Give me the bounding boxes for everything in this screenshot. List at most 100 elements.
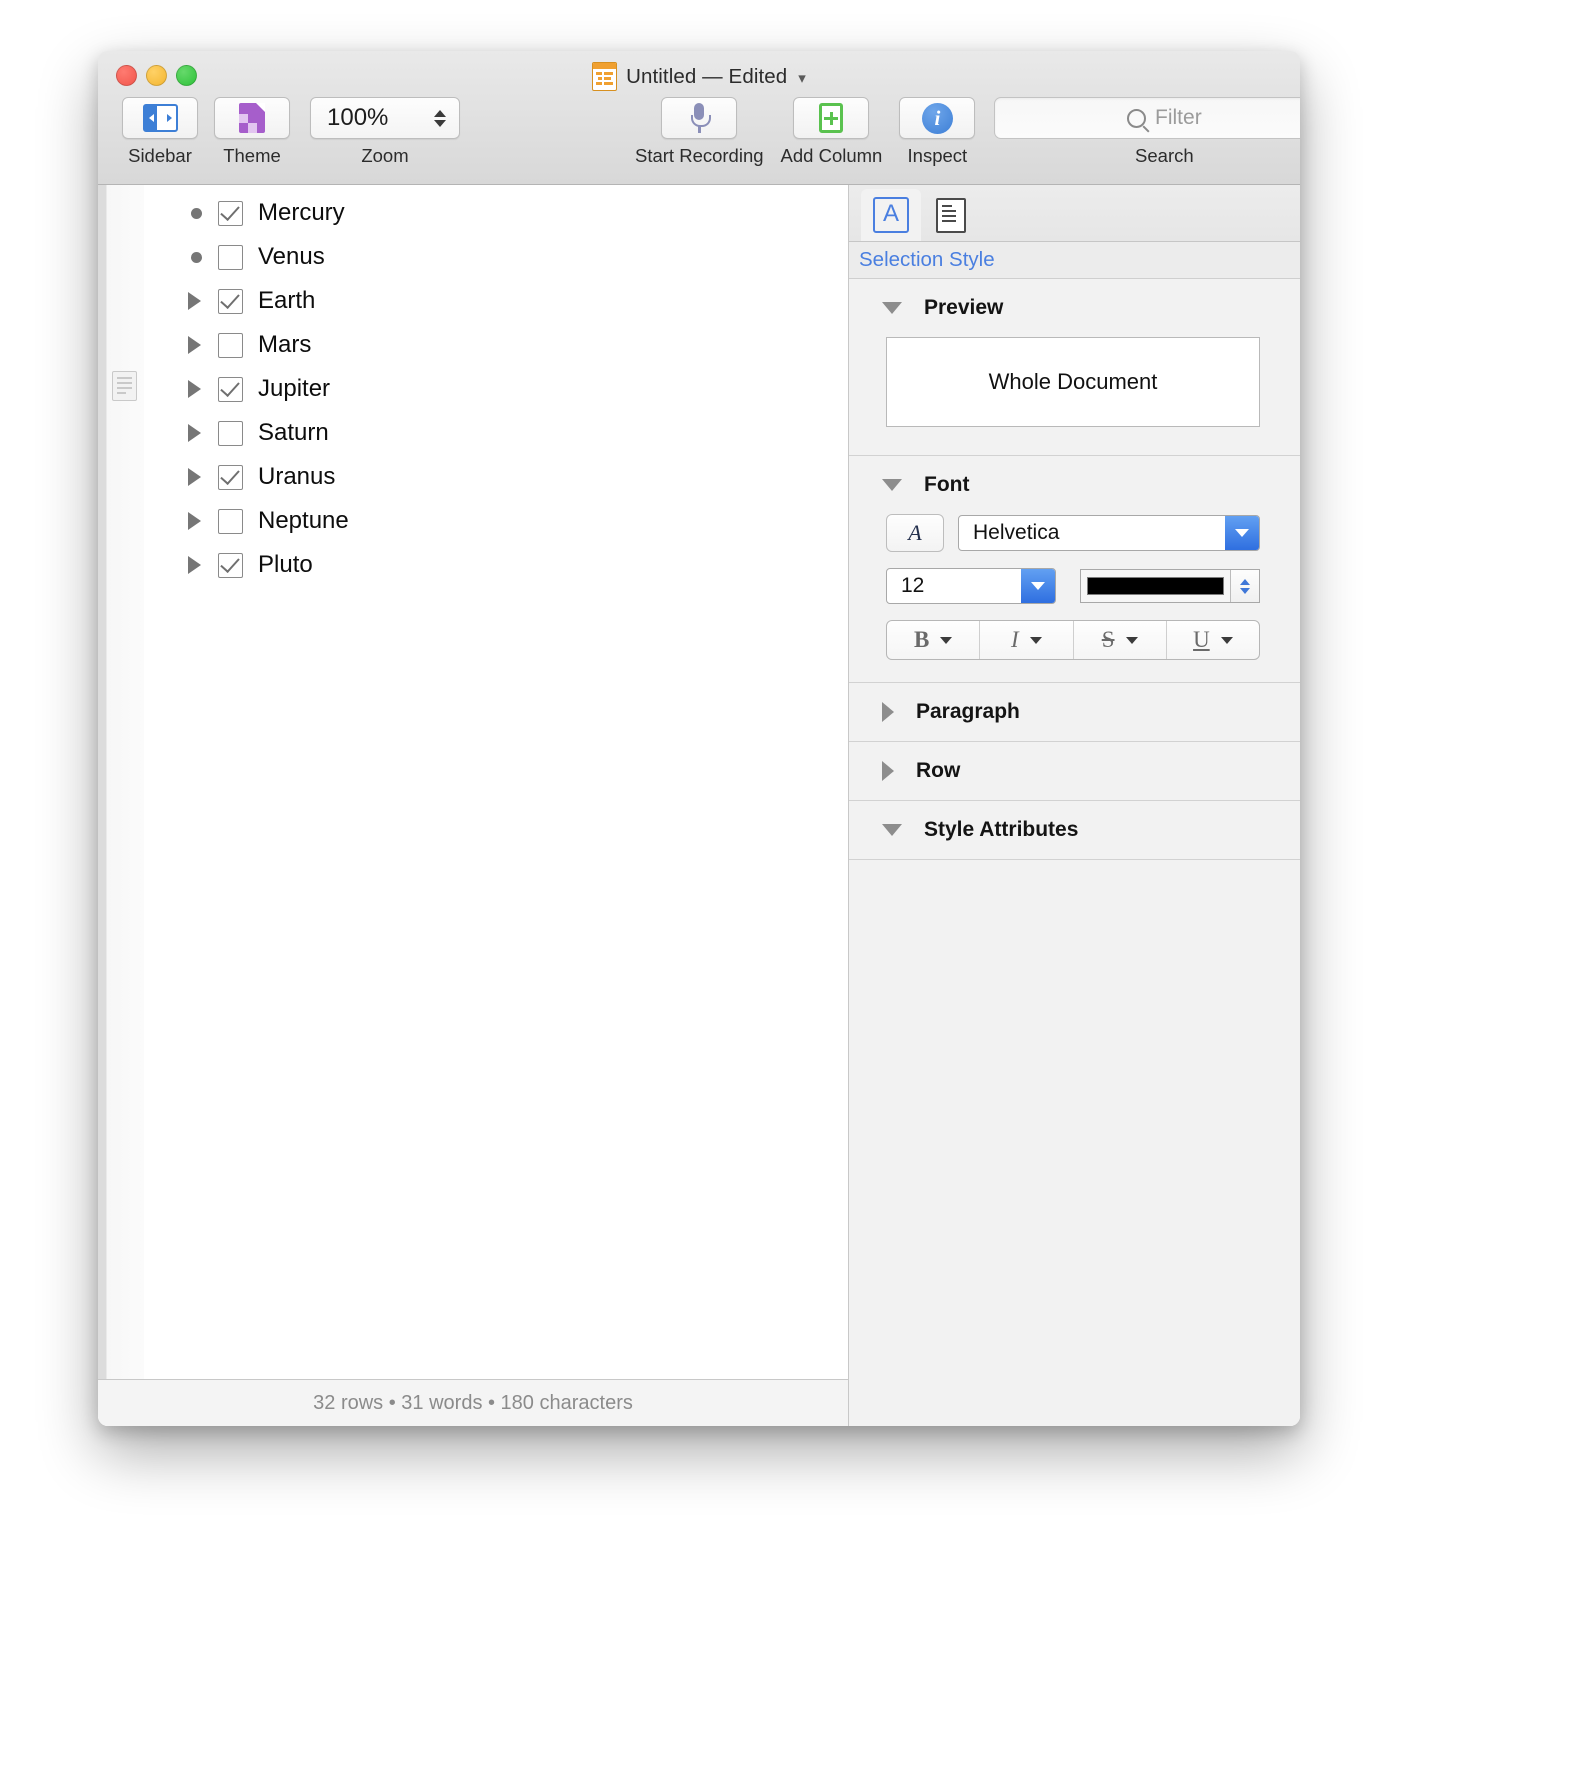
disclosure-triangle-icon[interactable] (188, 556, 201, 574)
outline-row[interactable]: Venus (144, 235, 848, 279)
underline-button[interactable]: U (1167, 621, 1259, 659)
font-size-dropdown-button[interactable] (1021, 569, 1055, 603)
search-icon (1127, 108, 1147, 128)
status-bar: 32 rows • 31 words • 180 characters (98, 1379, 848, 1426)
start-recording-button[interactable] (661, 97, 738, 139)
tab-document[interactable] (921, 189, 981, 241)
zoom-stepper[interactable]: 100% (310, 97, 460, 139)
outline-row[interactable]: Jupiter (144, 367, 848, 411)
checkbox-checked[interactable] (218, 288, 243, 314)
row-bullet-handle (188, 207, 218, 219)
theme-icon (239, 103, 265, 133)
font-family-combo[interactable]: Helvetica (958, 515, 1260, 551)
font-color-well[interactable] (1080, 569, 1260, 603)
row-disclosure-handle[interactable] (188, 380, 218, 398)
section-style-attributes-header[interactable]: Style Attributes (849, 801, 1300, 859)
outline-row[interactable]: Neptune (144, 499, 848, 543)
outline-row-label: Pluto (258, 551, 313, 578)
italic-button[interactable]: I (980, 621, 1074, 659)
outline-row-label: Uranus (258, 463, 336, 490)
toolbar-zoom[interactable]: 100% Zoom (310, 97, 460, 167)
checkbox-checked[interactable] (218, 376, 243, 402)
bold-button[interactable]: B (887, 621, 981, 659)
toolbar-record[interactable]: Start Recording (635, 97, 764, 167)
checkbox-checked[interactable] (218, 200, 243, 226)
font-family-dropdown-button[interactable] (1225, 516, 1259, 550)
title-chevron-down-icon[interactable]: ▾ (798, 69, 806, 87)
window-titlebar: Untitled — Edited ▾ Sidebar Theme 100% Z… (98, 51, 1300, 185)
inspect-button[interactable]: i (899, 97, 976, 139)
font-size-combo[interactable]: 12 (886, 568, 1056, 604)
outline-row[interactable]: Pluto (144, 543, 848, 587)
sidebar-button[interactable] (122, 97, 198, 139)
search-field[interactable]: Filter (994, 97, 1300, 139)
outline-row[interactable]: Mars (144, 323, 848, 367)
chevron-down-icon[interactable] (1220, 636, 1233, 644)
toolbar-add-column[interactable]: Add Column (781, 97, 882, 167)
outline-scroll-area[interactable]: Mercury Venus Earth Mars Jupiter Saturn Uranus… (98, 185, 848, 1379)
section-font: Font A Helvetica 12 B I S U (849, 456, 1300, 683)
status-text: 32 rows • 31 words • 180 characters (313, 1391, 633, 1414)
chevron-down-icon[interactable] (1029, 636, 1042, 644)
row-disclosure-handle[interactable] (188, 556, 218, 574)
disclosure-triangle-icon[interactable] (188, 468, 201, 486)
disclosure-closed-icon[interactable] (882, 761, 894, 781)
disclosure-closed-icon[interactable] (882, 702, 894, 722)
checkbox-checked[interactable] (218, 464, 243, 490)
font-controls: A Helvetica 12 B I S U (849, 514, 1300, 682)
section-paragraph-header[interactable]: Paragraph (849, 683, 1300, 741)
info-icon: i (921, 102, 953, 134)
font-color-stepper[interactable] (1230, 570, 1259, 602)
disclosure-open-icon[interactable] (882, 479, 902, 491)
checkbox-unchecked[interactable] (218, 508, 243, 534)
outline-row[interactable]: Uranus (144, 455, 848, 499)
toolbar-search[interactable]: Filter Search (994, 97, 1300, 167)
toolbar-sidebar[interactable]: Sidebar (122, 97, 198, 167)
outline-row[interactable]: Earth (144, 279, 848, 323)
checkbox-unchecked[interactable] (218, 420, 243, 446)
zoom-value: 100% (327, 104, 389, 131)
tab-selection-style[interactable]: A (861, 189, 921, 241)
bold-glyph: B (913, 627, 930, 652)
checkbox-unchecked[interactable] (218, 244, 243, 270)
row-disclosure-handle[interactable] (188, 424, 218, 442)
disclosure-triangle-icon[interactable] (188, 424, 201, 442)
note-indicator-icon[interactable] (112, 371, 137, 401)
search-placeholder: Filter (1155, 106, 1202, 129)
section-row-header[interactable]: Row (849, 742, 1300, 800)
section-font-header[interactable]: Font (849, 456, 1300, 514)
row-disclosure-handle[interactable] (188, 468, 218, 486)
disclosure-open-icon[interactable] (882, 824, 902, 836)
add-column-button[interactable] (793, 97, 870, 139)
section-preview-header[interactable]: Preview (849, 279, 1300, 337)
row-disclosure-handle[interactable] (188, 336, 218, 354)
leaf-bullet-icon (191, 251, 202, 263)
checkbox-unchecked[interactable] (218, 332, 243, 358)
checkbox-checked[interactable] (218, 552, 243, 578)
disclosure-triangle-icon[interactable] (188, 292, 201, 310)
row-disclosure-handle[interactable] (188, 512, 218, 530)
chevron-down-icon[interactable] (940, 636, 953, 644)
toolbar-inspect[interactable]: i Inspect (899, 97, 976, 167)
chevron-down-icon[interactable] (1125, 636, 1138, 644)
row-disclosure-handle[interactable] (188, 292, 218, 310)
outline-row-label: Mars (258, 331, 312, 358)
disclosure-triangle-icon[interactable] (188, 512, 201, 530)
disclosure-triangle-icon[interactable] (188, 380, 201, 398)
zoom-stepper-arrows[interactable] (434, 109, 446, 127)
section-paragraph-title: Paragraph (916, 700, 1020, 723)
outline-rows: Mercury Venus Earth Mars Jupiter Saturn Uranus… (144, 185, 848, 1379)
font-color-swatch[interactable] (1087, 577, 1224, 595)
font-panel-button[interactable]: A (886, 514, 944, 552)
toolbar-theme[interactable]: Theme (214, 97, 290, 167)
disclosure-open-icon[interactable] (882, 302, 902, 314)
disclosure-triangle-icon[interactable] (188, 336, 201, 354)
outline-row[interactable]: Saturn (144, 411, 848, 455)
font-size-color-row: 12 (886, 568, 1260, 604)
theme-button[interactable] (214, 97, 290, 139)
font-panel-glyph: A (908, 520, 922, 545)
outline-pane: Mercury Venus Earth Mars Jupiter Saturn Uranus… (98, 185, 849, 1426)
window-title-area: Untitled — Edited ▾ (98, 62, 1300, 91)
outline-row[interactable]: Mercury (144, 191, 848, 235)
strikethrough-button[interactable]: S (1074, 621, 1167, 659)
